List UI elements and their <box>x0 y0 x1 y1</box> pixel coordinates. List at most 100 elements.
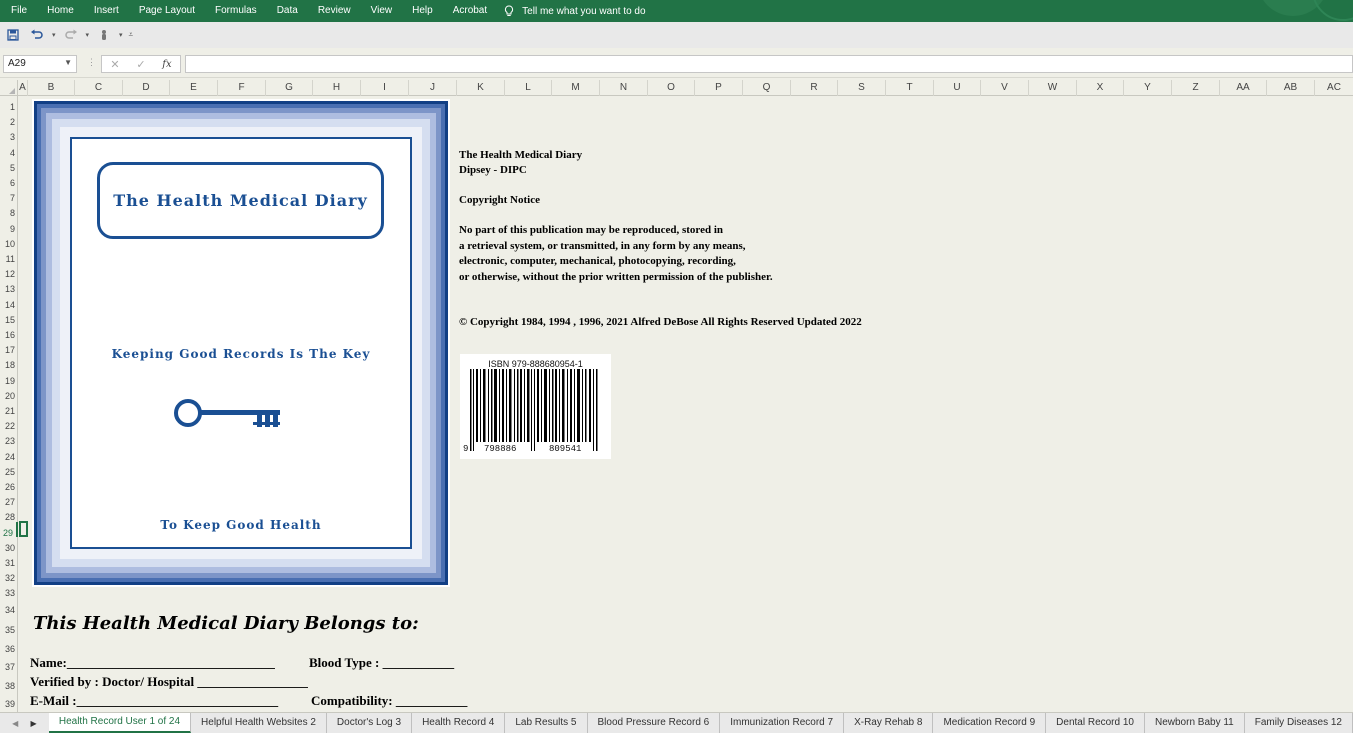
menu-review[interactable]: Review <box>307 0 360 22</box>
redo-icon[interactable] <box>62 26 80 44</box>
column-header-w[interactable]: W <box>1029 80 1077 96</box>
column-header-ab[interactable]: AB <box>1267 80 1315 96</box>
column-header-k[interactable]: K <box>457 80 505 96</box>
column-header-v[interactable]: V <box>981 80 1029 96</box>
column-header-aa[interactable]: AA <box>1220 80 1267 96</box>
column-header-l[interactable]: L <box>505 80 552 96</box>
row-header[interactable]: 9 <box>0 218 18 234</box>
menu-insert[interactable]: Insert <box>83 0 128 22</box>
row-header[interactable]: 22 <box>0 415 18 431</box>
save-icon[interactable] <box>4 26 22 44</box>
sheet-tab[interactable]: Doctor's Log 3 <box>327 713 413 733</box>
tell-me-search[interactable]: Tell me what you want to do <box>504 4 646 18</box>
row-header[interactable]: 16 <box>0 324 18 340</box>
active-cell-a29[interactable] <box>19 521 28 537</box>
row-header[interactable]: 19 <box>0 370 18 386</box>
menu-data[interactable]: Data <box>266 0 307 22</box>
row-header[interactable]: 21 <box>0 400 18 416</box>
column-header-t[interactable]: T <box>886 80 934 96</box>
touch-dropdown-icon[interactable]: ▾ <box>119 31 123 39</box>
column-header-e[interactable]: E <box>170 80 218 96</box>
row-header[interactable]: 6 <box>0 172 18 188</box>
row-header[interactable]: 11 <box>0 248 18 264</box>
column-header-x[interactable]: X <box>1077 80 1124 96</box>
row-header[interactable]: 14 <box>0 294 18 310</box>
column-header-c[interactable]: C <box>75 80 123 96</box>
row-header[interactable]: 23 <box>0 430 18 446</box>
sheet-tab[interactable]: Family Diseases 12 <box>1245 713 1353 733</box>
column-header-y[interactable]: Y <box>1124 80 1172 96</box>
column-header-d[interactable]: D <box>123 80 170 96</box>
select-all-button[interactable] <box>0 80 18 96</box>
name-box-dropdown-icon[interactable]: ▼ <box>64 58 72 67</box>
row-header[interactable]: 8 <box>0 202 18 218</box>
column-header-q[interactable]: Q <box>743 80 791 96</box>
column-header-m[interactable]: M <box>552 80 600 96</box>
column-header-p[interactable]: P <box>695 80 743 96</box>
sheet-tab-active[interactable]: Health Record User 1 of 24 <box>48 713 192 733</box>
row-header[interactable]: 5 <box>0 157 18 173</box>
row-header[interactable]: 24 <box>0 446 18 462</box>
name-box[interactable]: A29 ▼ <box>3 55 77 73</box>
row-header[interactable]: 27 <box>0 491 18 507</box>
sheet-tab[interactable]: Helpful Health Websites 2 <box>191 713 327 733</box>
row-header[interactable]: 26 <box>0 476 18 492</box>
prev-sheet-icon[interactable]: ◀ <box>12 719 18 728</box>
menu-view[interactable]: View <box>360 0 402 22</box>
formula-bar-grip-icon[interactable]: ⋮ <box>87 57 96 68</box>
column-header-u[interactable]: U <box>934 80 981 96</box>
column-header-j[interactable]: J <box>409 80 457 96</box>
isbn-barcode[interactable]: ISBN 979-888680954-1 9 798886 809541 <box>460 354 611 459</box>
row-header[interactable]: 25 <box>0 461 18 477</box>
column-header-b[interactable]: B <box>28 80 75 96</box>
column-header-a[interactable]: A <box>18 80 28 96</box>
enter-icon[interactable]: ✓ <box>136 58 145 71</box>
sheet-tab[interactable]: X-Ray Rehab 8 <box>844 713 934 733</box>
row-header[interactable]: 38 <box>0 675 18 691</box>
sheet-tab[interactable]: Newborn Baby 11 <box>1145 713 1245 733</box>
column-header-z[interactable]: Z <box>1172 80 1220 96</box>
row-header[interactable]: 39 <box>0 693 18 709</box>
column-header-ac[interactable]: AC <box>1315 80 1353 96</box>
sheet-tab[interactable]: Immunization Record 7 <box>720 713 845 733</box>
row-header[interactable]: 2 <box>0 111 18 127</box>
redo-dropdown-icon[interactable]: ▾ <box>86 31 90 39</box>
row-header[interactable]: 30 <box>0 537 18 553</box>
formula-input[interactable] <box>185 55 1353 73</box>
worksheet-grid[interactable]: The Health Medical Diary Keeping Good Re… <box>19 96 1353 712</box>
row-header[interactable]: 7 <box>0 187 18 203</box>
row-header[interactable]: 1 <box>0 96 18 112</box>
next-sheet-icon[interactable]: ▶ <box>31 719 37 728</box>
row-header[interactable]: 28 <box>0 506 18 522</box>
column-header-i[interactable]: I <box>361 80 409 96</box>
menu-home[interactable]: Home <box>36 0 83 22</box>
menu-file[interactable]: File <box>0 0 36 22</box>
sheet-tab[interactable]: Blood Pressure Record 6 <box>588 713 721 733</box>
row-header[interactable]: 18 <box>0 354 18 370</box>
row-header[interactable]: 20 <box>0 385 18 401</box>
column-header-f[interactable]: F <box>218 80 266 96</box>
menu-formulas[interactable]: Formulas <box>204 0 266 22</box>
sheet-tab[interactable]: Health Record 4 <box>412 713 506 733</box>
row-header[interactable]: 32 <box>0 567 18 583</box>
insert-function-button[interactable]: fx <box>162 59 171 70</box>
row-header[interactable]: 36 <box>0 638 18 654</box>
sheet-tab[interactable]: Dental Record 10 <box>1046 713 1145 733</box>
row-header[interactable]: 31 <box>0 552 18 568</box>
menu-acrobat[interactable]: Acrobat <box>442 0 496 22</box>
row-header[interactable]: 37 <box>0 656 18 672</box>
column-header-n[interactable]: N <box>600 80 648 96</box>
row-header[interactable]: 13 <box>0 278 18 294</box>
row-header[interactable]: 17 <box>0 339 18 355</box>
row-header[interactable]: 34 <box>0 599 18 615</box>
row-header[interactable]: 4 <box>0 142 18 158</box>
column-header-h[interactable]: H <box>313 80 361 96</box>
column-header-g[interactable]: G <box>266 80 313 96</box>
row-header[interactable]: 3 <box>0 126 18 142</box>
undo-icon[interactable] <box>28 26 46 44</box>
column-header-o[interactable]: O <box>648 80 695 96</box>
cancel-icon[interactable]: ✕ <box>110 58 119 71</box>
column-header-s[interactable]: S <box>838 80 886 96</box>
column-header-r[interactable]: R <box>791 80 838 96</box>
row-header[interactable]: 15 <box>0 309 18 325</box>
